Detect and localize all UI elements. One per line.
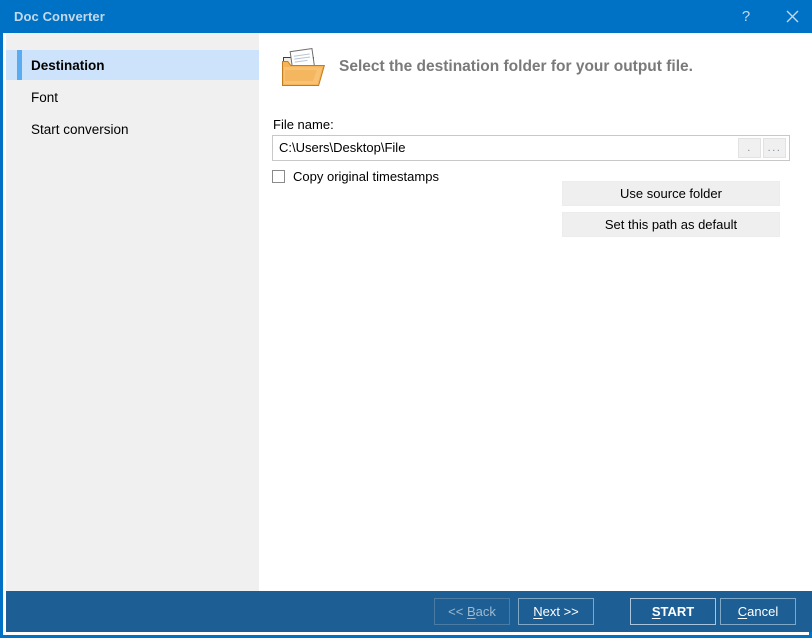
question-mark-icon: ? <box>742 8 750 25</box>
button-label: Cancel <box>738 604 778 619</box>
next-button[interactable]: Next >> <box>518 598 594 625</box>
title-bar: Doc Converter ? <box>3 0 812 33</box>
button-label: Use source folder <box>620 186 722 201</box>
use-source-folder-button[interactable]: Use source folder <box>562 181 780 206</box>
sidebar: Destination Font Start conversion <box>6 33 259 591</box>
copy-timestamps-checkbox[interactable] <box>272 170 285 183</box>
close-icon <box>786 10 799 23</box>
app-window: Doc Converter ? Destination Font Start c… <box>0 0 812 638</box>
sidebar-item-label: Font <box>31 90 58 105</box>
cancel-button[interactable]: Cancel <box>720 598 796 625</box>
browse-ellipsis-button[interactable]: ... <box>763 138 786 158</box>
sidebar-item-label: Destination <box>31 58 105 73</box>
copy-timestamps-row[interactable]: Copy original timestamps <box>272 167 439 185</box>
file-name-label: File name: <box>273 117 334 132</box>
back-button[interactable]: << Back <box>434 598 510 625</box>
window-title: Doc Converter <box>14 9 105 24</box>
set-path-default-button[interactable]: Set this path as default <box>562 212 780 237</box>
ellipsis-icon: ... <box>768 142 782 154</box>
help-button[interactable]: ? <box>723 0 769 33</box>
button-label: Next >> <box>533 604 579 619</box>
sidebar-item-label: Start conversion <box>31 122 129 137</box>
start-button[interactable]: START <box>630 598 716 625</box>
page-title: Select the destination folder for your o… <box>339 58 693 76</box>
button-label: << Back <box>448 604 496 619</box>
open-folder-icon <box>281 46 327 90</box>
file-name-field[interactable]: C:\Users\Desktop\File . ... <box>272 135 790 161</box>
button-label: START <box>652 604 694 619</box>
copy-timestamps-label: Copy original timestamps <box>293 169 439 184</box>
page-header: Select the destination folder for your o… <box>271 41 801 95</box>
browse-dot-button[interactable]: . <box>738 138 761 158</box>
sidebar-item-destination[interactable]: Destination <box>6 50 259 80</box>
button-label: Set this path as default <box>605 217 737 232</box>
content-panel: Select the destination folder for your o… <box>259 33 812 591</box>
footer-bar: << Back Next >> START Cancel <box>6 591 812 632</box>
dot-icon: . <box>747 142 752 154</box>
sidebar-item-font[interactable]: Font <box>6 82 259 112</box>
close-button[interactable] <box>769 0 812 33</box>
sidebar-item-start-conversion[interactable]: Start conversion <box>6 114 259 144</box>
file-name-value: C:\Users\Desktop\File <box>279 140 405 155</box>
